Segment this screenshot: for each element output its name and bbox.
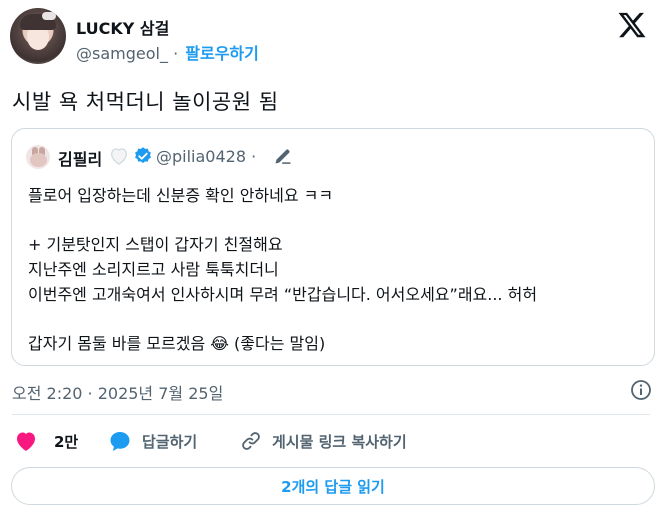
like-count: 2만 xyxy=(54,432,79,451)
quoted-tweet-card[interactable]: 김필리 @pilia0428 · 플로어 입장하는데 신분증 확인 안하네요 ㅋ… xyxy=(11,128,655,366)
x-logo-icon[interactable] xyxy=(617,10,647,40)
link-icon xyxy=(242,432,260,450)
quoted-author-handle: @pilia0428 xyxy=(156,147,247,166)
quoted-text-line: 플로어 입장하는데 신분증 확인 안하네요 ㅋㅋ xyxy=(28,186,334,205)
quoted-text-line: 이번주엔 고개숙여서 인사하시며 무려 “반갑습니다. 어서오세요”래요... … xyxy=(28,285,538,304)
copy-link-label: 게시물 링크 복사하기 xyxy=(272,432,407,451)
tweet-text: 시발 욕 처먹더니 놀이공원 됨 xyxy=(12,90,279,114)
handle-separator: · xyxy=(173,44,179,63)
quoted-author-avatar xyxy=(26,145,50,169)
avatar-ribbon xyxy=(42,12,56,20)
tweet-header: LUCKY 삼걸 @samgeol_ · 팔로우하기 xyxy=(10,6,651,66)
reply-label: 답글하기 xyxy=(142,432,198,451)
avatar-head xyxy=(30,153,47,167)
info-icon[interactable] xyxy=(629,378,653,402)
tweet-timestamp[interactable]: 오전 2:20 · 2025년 7월 25일 xyxy=(12,380,223,404)
quoted-handle-separator: · xyxy=(251,147,257,166)
divider xyxy=(12,414,650,415)
pencil-icon xyxy=(275,149,291,164)
heart-icon xyxy=(17,432,35,451)
verified-badge-icon xyxy=(135,147,151,163)
quoted-text-line: 갑자기 몸둘 바를 모르겠음 😂 (좋다는 말임) xyxy=(28,334,326,353)
read-replies-button[interactable]: 2개의 답글 읽기 xyxy=(11,467,655,505)
reply-button[interactable]: 답글하기 xyxy=(108,424,197,458)
quoted-author-name: 김필리 xyxy=(58,150,103,169)
author-avatar[interactable] xyxy=(10,8,66,64)
author-handle-row: @samgeol_ · 팔로우하기 xyxy=(76,40,259,64)
quoted-text-line: + 기분탓인지 스탭이 갑자기 친절해요 xyxy=(28,235,283,254)
white-heart-icon xyxy=(111,148,127,165)
like-button[interactable]: 2만 xyxy=(14,424,78,458)
quoted-handle-row: @pilia0428 · xyxy=(156,147,256,166)
copy-link-button[interactable]: 게시물 링크 복사하기 xyxy=(240,424,407,458)
quoted-text-line: 지난주엔 소리지르고 사람 툭툭치더니 xyxy=(28,260,279,279)
follow-button[interactable]: 팔로우하기 xyxy=(185,44,259,63)
author-name[interactable]: LUCKY 삼걸 xyxy=(76,15,169,39)
author-handle[interactable]: @samgeol_ xyxy=(76,44,168,63)
action-bar: 2만 답글하기 게시물 링크 복사하기 xyxy=(12,424,652,458)
reply-bubble-icon xyxy=(110,432,130,451)
